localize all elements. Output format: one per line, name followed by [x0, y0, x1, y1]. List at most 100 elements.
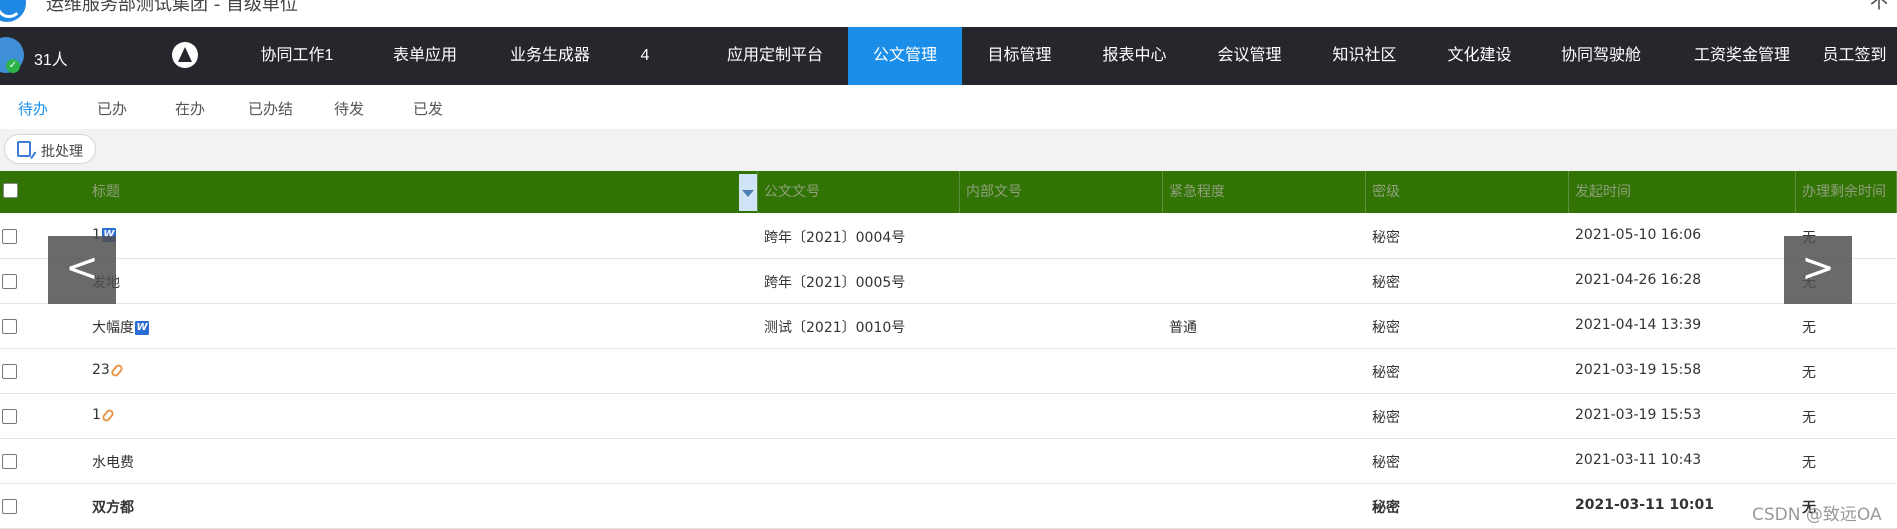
cell-remaining: 无: [1802, 317, 1816, 337]
row-checkbox[interactable]: [2, 499, 17, 514]
cell-secret: 秘密: [1372, 407, 1400, 427]
cell-title[interactable]: 双方都: [92, 497, 134, 517]
row-checkbox[interactable]: [2, 274, 17, 289]
select-all-checkbox[interactable]: [3, 183, 18, 198]
cell-time: 2021-04-26 16:28: [1575, 272, 1701, 288]
row-checkbox[interactable]: [2, 319, 17, 334]
cell-text: 测试〔2021〕0010号: [764, 320, 906, 336]
next-arrow-button[interactable]: >: [1784, 236, 1852, 304]
table-row[interactable]: 双方都 秘密 2021-03-11 10:01 无: [0, 484, 1897, 529]
cell-secret: 秘密: [1372, 227, 1400, 247]
nav-item[interactable]: 协同工作1: [247, 27, 347, 85]
cell-doc-no: 跨年〔2021〕0004号: [764, 227, 905, 247]
column-header[interactable]: 发起时间: [1569, 171, 1796, 213]
cell-text: 秘密: [1372, 410, 1400, 426]
paperclip-icon: [100, 407, 116, 423]
cell-text: 秘密: [1372, 320, 1400, 336]
cell-text: 2021-04-14 13:39: [1575, 317, 1702, 333]
row-checkbox[interactable]: [2, 229, 17, 244]
cell-text: 秘密: [1372, 230, 1400, 246]
main-nav: ✓ 31人 协同工作1 表单应用 业务生成器 4 应用定制平台 公文管理 目标管理 报表中心会…: [0, 27, 1897, 85]
column-header[interactable]: 标题: [86, 171, 758, 213]
nav-item[interactable]: 工资奖金管理: [1672, 27, 1812, 85]
top-right-text: 不: [1870, 0, 1888, 13]
prev-arrow-button[interactable]: <: [48, 236, 116, 304]
cell-text: 秘密: [1372, 365, 1400, 381]
cell-text: 1: [92, 407, 101, 423]
table-row[interactable]: 大幅度 W 测试〔2021〕0010号 普通 秘密 2021-04-14 13:39 无: [0, 304, 1897, 349]
table-row[interactable]: 水电费 秘密 2021-03-11 10:43 无: [0, 439, 1897, 484]
cell-text: 2021-03-11 10:43: [1575, 452, 1702, 468]
cell-text: 跨年〔2021〕0004号: [764, 230, 906, 246]
cell-time: 2021-03-11 10:01: [1575, 497, 1714, 513]
cell-secret: 秘密: [1372, 362, 1400, 382]
cell-title[interactable]: 23: [92, 362, 125, 378]
paperclip-icon: [109, 362, 125, 378]
cell-text: 秘密: [1372, 455, 1400, 471]
cell-time: 2021-03-19 15:53: [1575, 407, 1701, 423]
people-count[interactable]: 31人: [34, 46, 68, 70]
row-checkbox[interactable]: [2, 454, 17, 469]
cell-time: 2021-05-10 16:06: [1575, 227, 1701, 243]
nav-item[interactable]: 文化建设: [1422, 27, 1537, 85]
cell-text: 2021-04-26 16:28: [1575, 272, 1702, 288]
cell-title[interactable]: 1: [92, 407, 116, 423]
cell-time: 2021-03-19 15:58: [1575, 362, 1701, 378]
nav-item[interactable]: 公文管理: [848, 27, 962, 85]
column-header[interactable]: 办理剩余时间: [1796, 171, 1897, 213]
nav-item[interactable]: 应用定制平台: [710, 27, 840, 85]
cell-doc-no: 跨年〔2021〕0005号: [764, 272, 905, 292]
cell-text: 水电费: [92, 455, 134, 471]
nav-item[interactable]: 目标管理: [962, 27, 1077, 85]
column-header[interactable]: 紧急程度: [1163, 171, 1366, 213]
cell-secret: 秘密: [1372, 452, 1400, 472]
tab[interactable]: 已办结: [248, 98, 293, 119]
nav-item[interactable]: 表单应用: [375, 27, 475, 85]
batch-process-button[interactable]: 批处理: [4, 134, 96, 164]
nav-item[interactable]: 知识社区: [1307, 27, 1422, 85]
cell-text: 无: [1802, 320, 1816, 336]
row-checkbox[interactable]: [2, 364, 17, 379]
tab[interactable]: 已发: [413, 98, 443, 119]
nav-item[interactable]: 报表中心: [1077, 27, 1192, 85]
tab[interactable]: 已办: [97, 98, 127, 119]
top-bar: 运维服务部测试集团 - 首级单位 不: [0, 0, 1897, 27]
sort-dropdown-icon[interactable]: [739, 174, 757, 211]
batch-process-label: 批处理: [41, 144, 83, 160]
nav-item[interactable]: 员工签到: [1812, 27, 1897, 85]
cell-text: 2021-03-11 10:01: [1575, 497, 1714, 513]
edit-doc-icon: [17, 141, 31, 157]
cell-title[interactable]: 水电费: [92, 452, 134, 472]
cell-title[interactable]: 大幅度 W: [92, 317, 149, 337]
row-checkbox[interactable]: [2, 409, 17, 424]
cell-text: 大幅度: [92, 320, 134, 336]
status-tabs: 待办 已办 在办 已办结 待发 已发: [0, 85, 1897, 129]
cell-time: 2021-04-14 13:39: [1575, 317, 1701, 333]
table-row[interactable]: 23 秘密 2021-03-19 15:58 无: [0, 349, 1897, 394]
tab[interactable]: 待办: [18, 98, 48, 119]
app-logo-icon[interactable]: [172, 42, 198, 68]
column-header[interactable]: 密级: [1366, 171, 1569, 213]
cell-text: 秘密: [1372, 500, 1400, 516]
tab[interactable]: 在办: [175, 98, 205, 119]
nav-item[interactable]: 4: [625, 27, 665, 85]
watermark: CSDN @致远OA: [1752, 505, 1882, 525]
column-header[interactable]: 公文文号: [758, 171, 960, 213]
cell-text: 秘密: [1372, 275, 1400, 291]
cell-text: 2021-03-19 15:58: [1575, 362, 1702, 378]
table-header: 标题 公文文号 内部文号 紧急程度 密级 发起时间 办理剩余时间: [0, 171, 1897, 213]
column-header[interactable]: 内部文号: [960, 171, 1163, 213]
nav-item[interactable]: 会议管理: [1192, 27, 1307, 85]
cell-doc-no: 测试〔2021〕0010号: [764, 317, 905, 337]
table-row[interactable]: 发地跨年〔2021〕0005号秘密2021-04-26 16:28无: [0, 259, 1897, 304]
nav-item[interactable]: 业务生成器: [485, 27, 615, 85]
cell-secret: 秘密: [1372, 497, 1400, 517]
cell-urgency: 普通: [1169, 317, 1197, 337]
nav-item[interactable]: 协同驾驶舱: [1537, 27, 1665, 85]
table-row[interactable]: 1 秘密 2021-03-19 15:53 无: [0, 394, 1897, 439]
org-title[interactable]: 运维服务部测试集团 - 首级单位: [46, 0, 298, 16]
table-row[interactable]: 1W跨年〔2021〕0004号秘密2021-05-10 16:06无: [0, 214, 1897, 259]
toolbar: [0, 129, 1897, 171]
cell-text: 2021-05-10 16:06: [1575, 227, 1702, 243]
tab[interactable]: 待发: [334, 98, 364, 119]
